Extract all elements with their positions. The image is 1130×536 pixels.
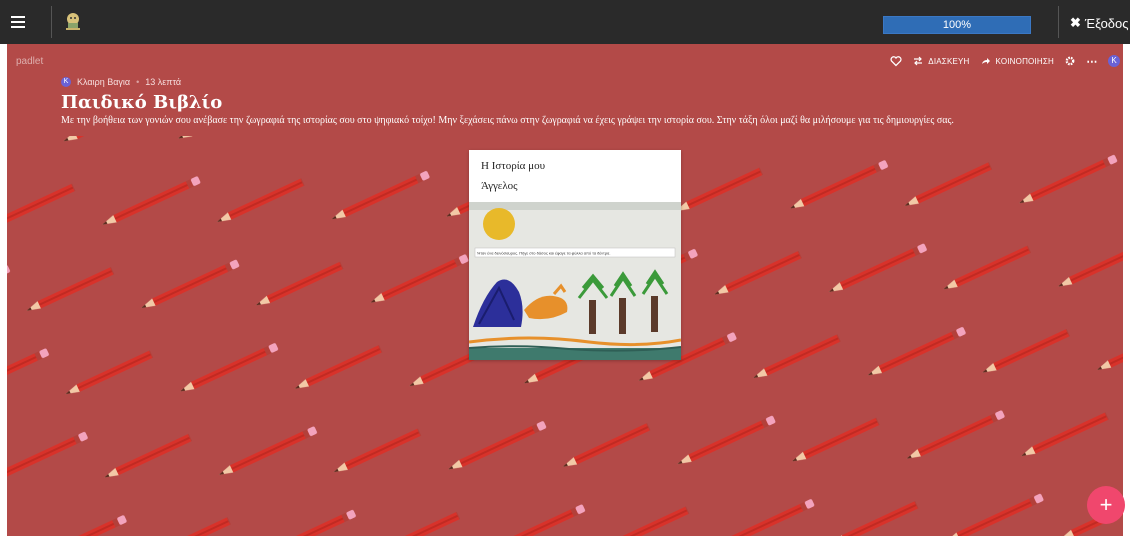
- drawing-caption: Ήταν ένα δεινόσαυρος. Πήγε στο δάσος και…: [476, 251, 610, 256]
- settings-button[interactable]: [1064, 55, 1076, 67]
- post-drawing-image[interactable]: Ήταν ένα δεινόσαυρος. Πήγε στο δάσος και…: [469, 202, 681, 360]
- board-actions: ΔΙΑΣΚΕΥΗ ΚΟΙΝΟΠΟΙΗΣΗ ⋯ Κ: [890, 53, 1123, 69]
- exit-button[interactable]: ✖ Έξοδος: [1070, 13, 1129, 33]
- padlet-board: padlet Κ Κλαιρη Βαγια • 13 λεπτά Παιδικό…: [7, 44, 1123, 536]
- dot-separator: •: [136, 77, 140, 87]
- author-avatar[interactable]: Κ: [61, 77, 71, 87]
- time-ago: 13 λεπτά: [145, 77, 182, 87]
- remake-button[interactable]: ΔΙΑΣΚΕΥΗ: [912, 55, 969, 67]
- padlet-brand: padlet: [16, 56, 44, 67]
- heart-icon: [890, 55, 902, 67]
- hamburger-icon: [11, 21, 25, 23]
- hamburger-menu-button[interactable]: [0, 0, 36, 44]
- top-toolbar: 100% ✖ Έξοδος: [0, 0, 1130, 44]
- post-body: Άγγελος: [481, 180, 518, 192]
- author-name[interactable]: Κλαιρη Βαγια: [77, 77, 130, 87]
- toolbar-divider: [51, 6, 52, 38]
- post-title: Η Ιστορία μου: [481, 160, 546, 172]
- gear-icon: [1064, 55, 1076, 67]
- close-icon: ✖: [1070, 15, 1081, 30]
- exit-label: Έξοδος: [1084, 15, 1129, 31]
- more-icon: ⋯: [1086, 55, 1098, 68]
- progress-label: 100%: [942, 19, 972, 31]
- share-arrow-icon: [980, 55, 992, 67]
- toolbar-divider: [1058, 6, 1059, 38]
- remake-label: ΔΙΑΣΚΕΥΗ: [928, 56, 970, 66]
- share-label: ΚΟΙΝΟΠΟΙΗΣΗ: [995, 56, 1054, 66]
- user-avatar[interactable]: Κ: [1108, 55, 1120, 67]
- board-header: padlet Κ Κλαιρη Βαγια • 13 λεπτά Παιδικό…: [7, 44, 1123, 136]
- board-title: Παιδικό Βιβλίο: [61, 92, 223, 113]
- app-logo-icon[interactable]: [62, 11, 84, 33]
- author-row: Κ Κλαιρη Βαγια • 13 λεπτά: [61, 77, 181, 87]
- post-card[interactable]: Η Ιστορία μου Άγγελος Ήταν ένα δεινόσαυρ…: [469, 150, 681, 360]
- more-button[interactable]: ⋯: [1086, 55, 1098, 68]
- share-button[interactable]: ΚΟΙΝΟΠΟΙΗΣΗ: [980, 55, 1054, 67]
- board-description: Με την βοήθεια των γονιών σου ανέβασε τη…: [61, 115, 954, 126]
- like-button[interactable]: [890, 55, 902, 67]
- progress-bar: 100%: [883, 16, 1031, 34]
- plus-icon: +: [1099, 492, 1113, 517]
- add-post-button[interactable]: +: [1087, 486, 1125, 524]
- remake-icon: [912, 55, 924, 67]
